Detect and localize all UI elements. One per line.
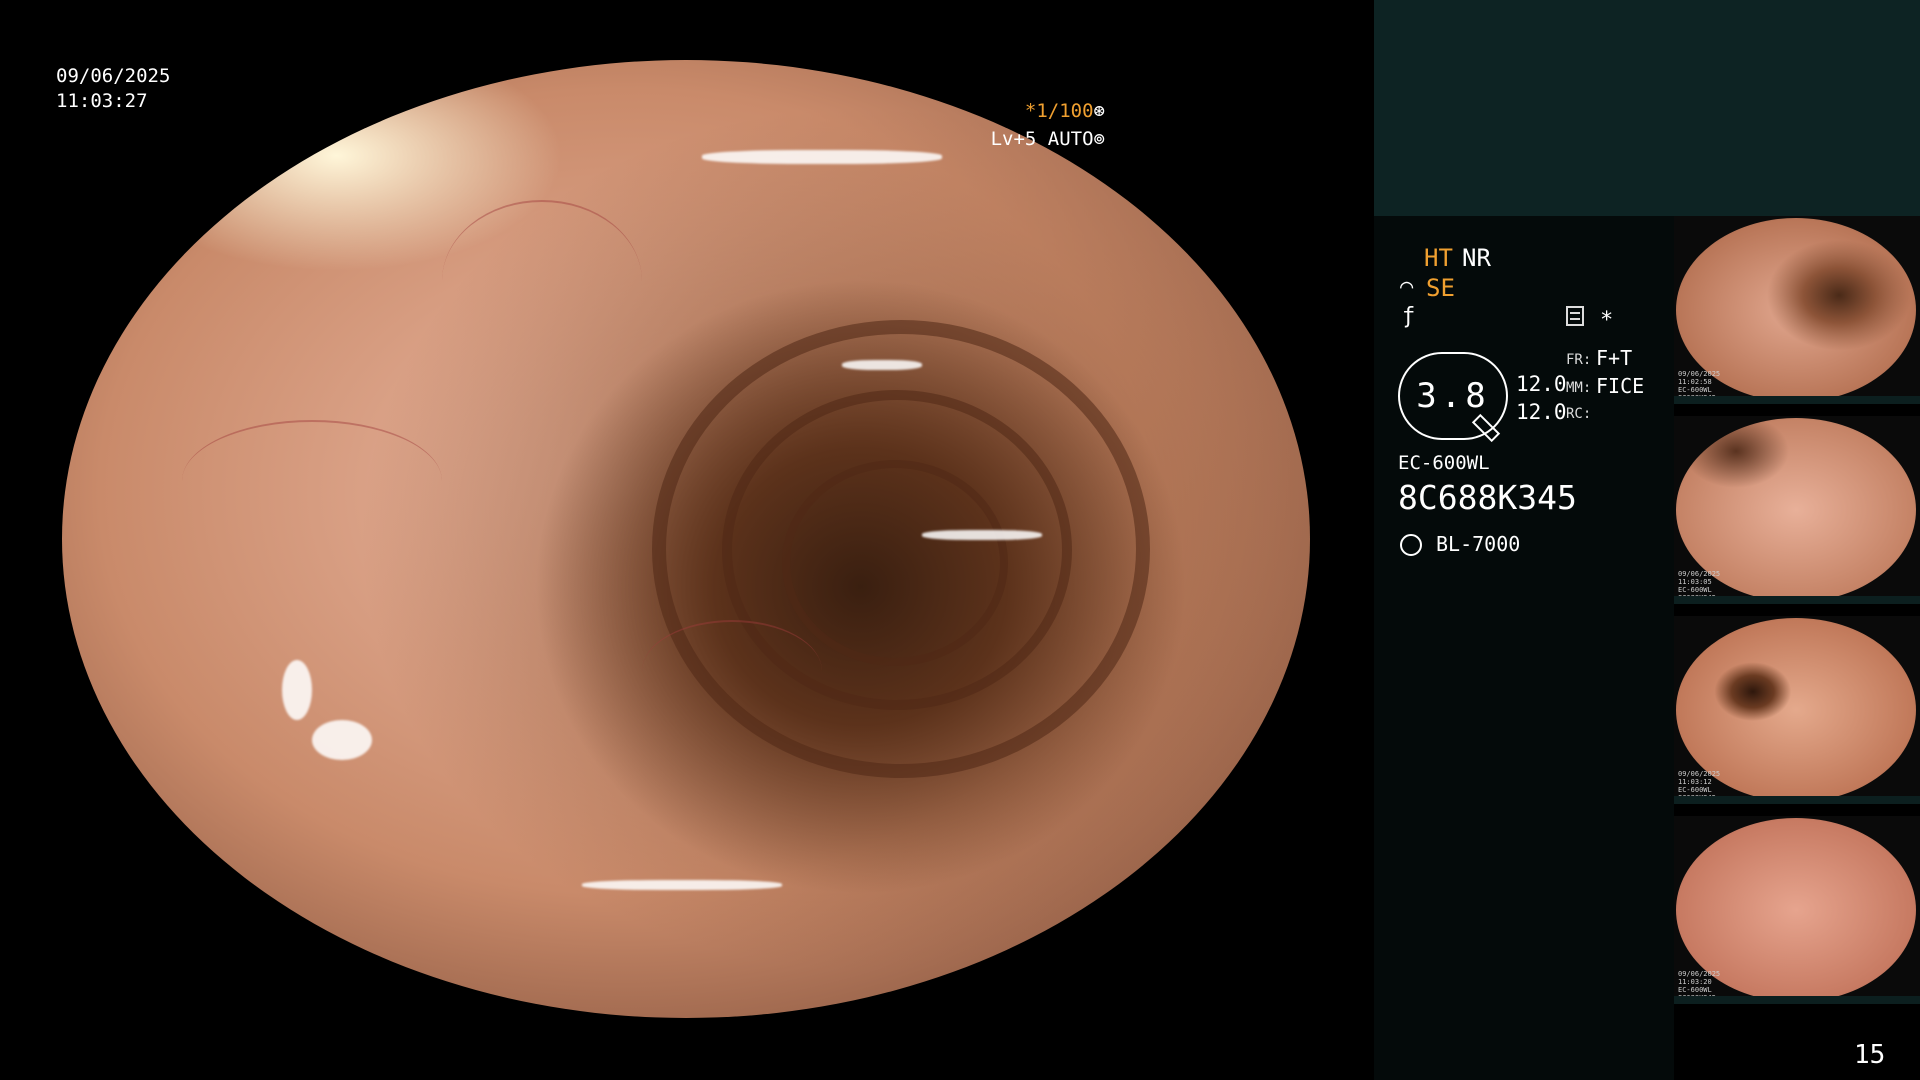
setting-value-1: 12.0	[1516, 372, 1567, 396]
specular-highlight	[702, 150, 942, 164]
settings-info-panel: HT NR ⌒ SE ƒ * 3.8 12.0 12.0 FR: F+T MM:…	[1374, 216, 1674, 1080]
thumbnail-4[interactable]: 09/06/2025 11:03:20 EC-600WL 8C688K345	[1674, 816, 1920, 1004]
mm-value: FICE	[1596, 374, 1645, 398]
thumbnail-footer	[1674, 596, 1920, 604]
rc-label: RC:	[1566, 406, 1592, 422]
asterisk-mark: *	[1600, 308, 1614, 333]
specular-highlight	[842, 360, 922, 370]
endoscope-live-view	[62, 60, 1310, 1018]
thumbnail-footer	[1674, 796, 1920, 804]
setting-value-2: 12.0	[1516, 400, 1567, 424]
thumbnail-footer	[1674, 396, 1920, 404]
se-label: SE	[1426, 274, 1455, 302]
blood-vessel	[442, 200, 642, 362]
mm-label: MM:	[1566, 380, 1592, 396]
scope-model: EC-600WL	[1398, 452, 1490, 474]
timestamp: 09/06/2025 11:03:27	[56, 64, 170, 114]
nr-label: NR	[1462, 244, 1491, 272]
scope-serial: 8C688K345	[1398, 478, 1577, 517]
shutter-speed: *1/100⊛	[1025, 100, 1105, 122]
specular-highlight	[312, 720, 372, 760]
level-text: Lv+5 AUTO	[990, 128, 1094, 150]
menu-icon	[1566, 306, 1584, 326]
frame-number: 15	[1854, 1040, 1886, 1070]
thumbnail-footer	[1674, 996, 1920, 1004]
blood-vessel	[182, 420, 442, 542]
time-text: 11:03:27	[56, 90, 148, 112]
brightness-level: Lv+5 AUTO⊚	[991, 128, 1105, 150]
thumbnail-1[interactable]: 09/06/2025 11:02:58 EC-600WL 8C688K345	[1674, 216, 1920, 404]
thumbnail-2[interactable]: 09/06/2025 11:03:05 EC-600WL 8C688K345	[1674, 416, 1920, 604]
blood-vessel	[642, 620, 822, 722]
light-source: BL-7000	[1436, 532, 1521, 556]
thumbnail-3[interactable]: 09/06/2025 11:03:12 EC-600WL 8C688K345	[1674, 616, 1920, 804]
f-icon: ƒ	[1402, 304, 1416, 329]
zoom-value: 3.8	[1416, 376, 1490, 416]
fr-value: F+T	[1596, 346, 1633, 370]
iris-icon: ⊚	[1093, 128, 1105, 150]
sun-icon	[1400, 534, 1422, 556]
lumen-fold	[782, 460, 1008, 666]
fr-label: FR:	[1566, 352, 1592, 368]
specular-highlight	[582, 880, 782, 890]
top-info-panel	[1374, 0, 1920, 216]
specular-highlight	[282, 660, 312, 720]
ht-label: HT	[1424, 244, 1453, 272]
specular-highlight	[922, 530, 1042, 540]
shutter-text: *1/100	[1024, 100, 1094, 122]
magnifier-handle-icon	[1471, 413, 1501, 443]
zoom-badge: 3.8	[1398, 352, 1508, 443]
aperture-icon: ⊛	[1093, 100, 1105, 122]
date-text: 09/06/2025	[56, 65, 171, 87]
wave-icon: ⌒	[1400, 274, 1414, 299]
captured-thumbnails: 09/06/2025 11:02:58 EC-600WL 8C688K345 0…	[1674, 216, 1920, 1016]
